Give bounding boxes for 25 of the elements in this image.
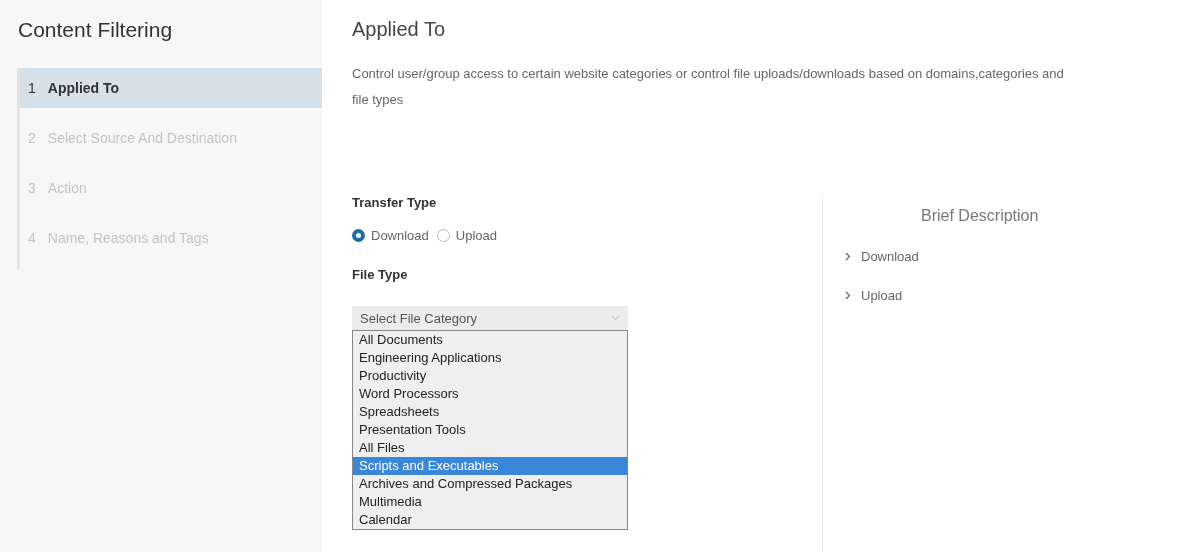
dropdown-option[interactable]: Spreadsheets [353,403,627,421]
page-title: Applied To [352,18,447,41]
dropdown-option[interactable]: Presentation Tools [353,421,627,439]
dropdown-option[interactable]: Multimedia [353,493,627,511]
dropdown-option[interactable]: Productivity [353,367,627,385]
category-select[interactable]: Select File Category [352,306,628,330]
section-title: Brief Description [921,207,1040,225]
dropdown-option[interactable]: All Files [353,439,627,457]
field-label: Transfer Type [352,195,438,210]
radio-icon[interactable] [352,229,365,242]
description-text: Control user/group access to certain website categories or control file uploads/downloads based on domains,categories and file types [352,65,1065,109]
dropdown-option[interactable]: Archives and Compressed Packages [353,475,627,493]
expandable-item[interactable]: Download [845,249,1197,264]
dropdown-option[interactable]: Engineering Applications [353,349,627,367]
panel-title: Content Filtering [17,18,174,42]
radio-option[interactable]: Upload [436,228,498,243]
dropdown-option[interactable]: Calendar [353,511,627,529]
chevron-down-icon [611,315,620,321]
field-label: File Type [352,267,409,282]
dropdown-option[interactable]: Word Processors [353,385,627,403]
expandable-item[interactable]: Upload [845,288,1197,303]
dropdown-option[interactable]: All Documents [353,331,627,349]
step-tab[interactable]: 1 Applied To [20,68,322,108]
radio-option[interactable]: Download [352,228,429,243]
dropdown-option[interactable]: Scripts and Executables [353,457,627,475]
